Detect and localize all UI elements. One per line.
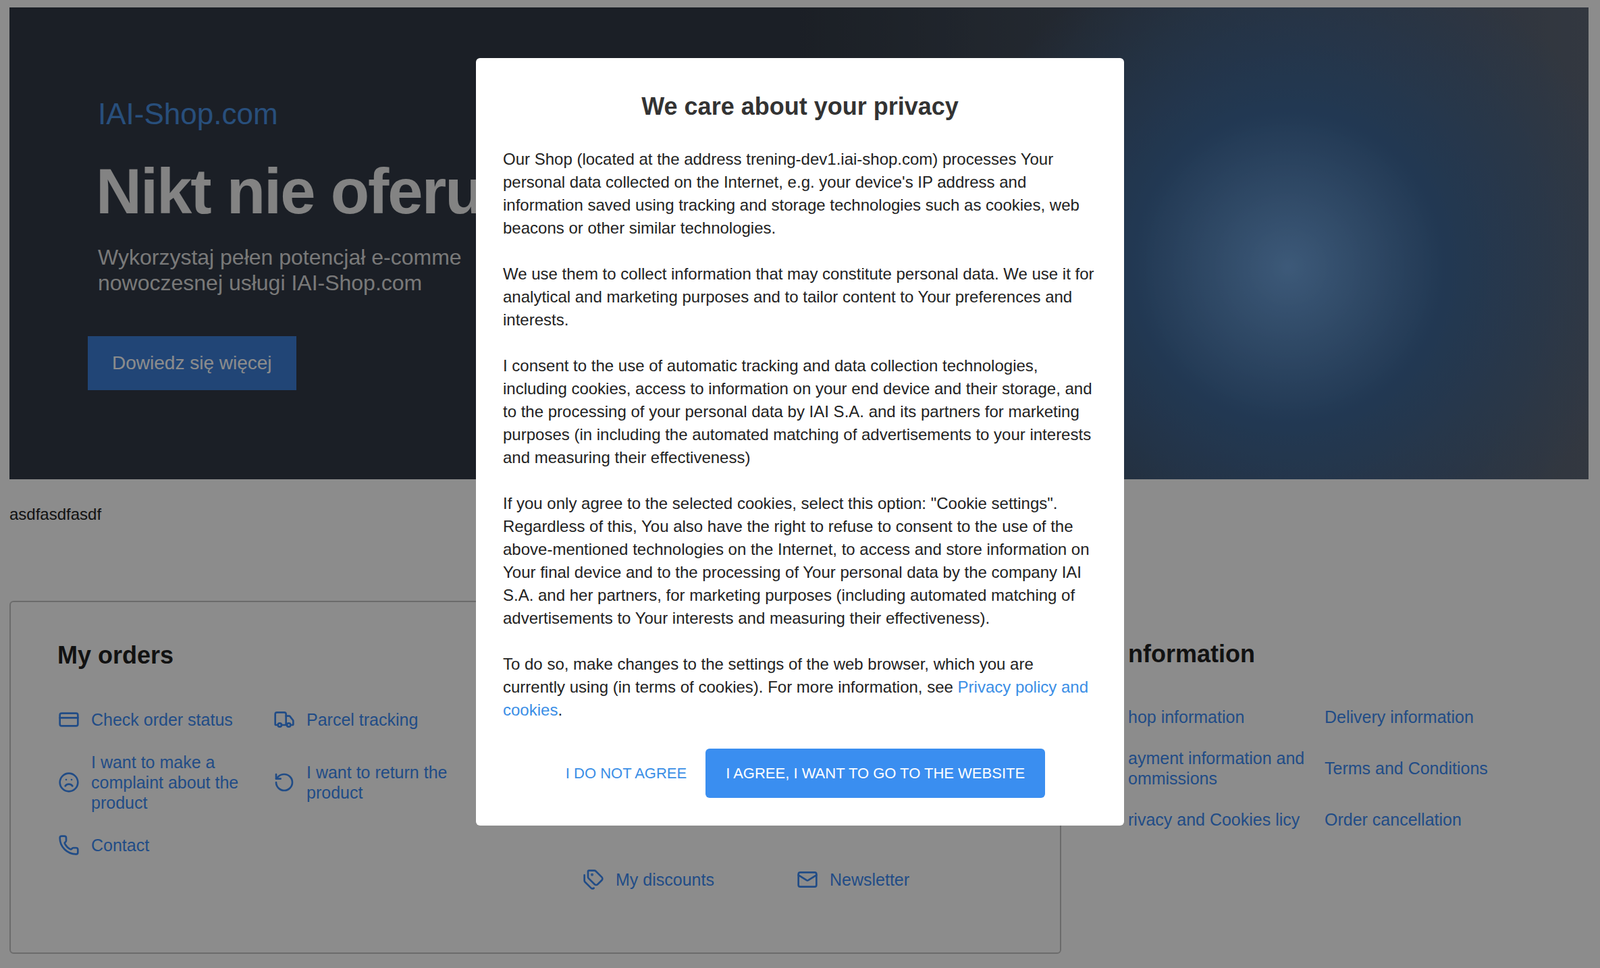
agree-button[interactable]: I AGREE, I WANT TO GO TO THE WEBSITE — [705, 748, 1046, 798]
disagree-button[interactable]: I DO NOT AGREE — [554, 748, 698, 798]
dialog-title: We care about your privacy — [502, 91, 1098, 122]
dialog-paragraph: Our Shop (located at the address trening… — [502, 147, 1098, 240]
dialog-paragraph: I consent to the use of automatic tracki… — [502, 354, 1098, 470]
dialog-paragraph: We use them to collect information that … — [502, 262, 1098, 332]
privacy-policy-link[interactable]: Privacy policy and cookies — [502, 677, 1089, 719]
dialog-buttons: I DO NOT AGREEI AGREE, I WANT TO GO TO T… — [502, 748, 1098, 798]
consent-dialog: We care about your privacy Our Shop (loca… — [475, 58, 1125, 826]
modal-overlay: We care about your privacy Our Shop (loca… — [0, 0, 1600, 968]
dialog-paragraph: To do so, make changes to the settings o… — [502, 652, 1098, 722]
dialog-paragraph: If you only agree to the selected cookie… — [502, 492, 1098, 630]
